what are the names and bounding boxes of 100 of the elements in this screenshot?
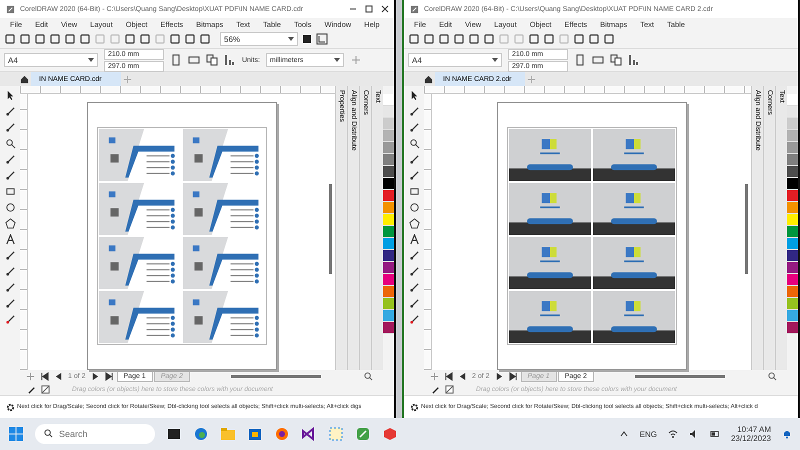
snipping-tool-icon[interactable]	[328, 426, 344, 442]
no-color-swatch-icon[interactable]	[41, 384, 50, 394]
color-swatch[interactable]	[787, 166, 798, 178]
zoom-dropdown[interactable]: 56%	[220, 32, 298, 46]
color-swatch[interactable]	[787, 238, 798, 250]
zoom-icon[interactable]	[768, 372, 777, 381]
color-swatch[interactable]	[787, 274, 798, 286]
landscape-icon[interactable]	[592, 54, 604, 66]
previous-page-icon[interactable]	[54, 372, 63, 381]
zoom-icon[interactable]	[4, 138, 16, 149]
color-swatch[interactable]	[383, 238, 394, 250]
battery-icon[interactable]	[710, 429, 720, 439]
color-swatch[interactable]	[383, 250, 394, 262]
color-swatch[interactable]	[787, 286, 798, 298]
paper-size-dropdown[interactable]: A4	[4, 53, 98, 67]
color-swatch[interactable]	[383, 322, 394, 334]
close-icon[interactable]	[380, 4, 390, 14]
color-swatch[interactable]	[787, 142, 798, 154]
color-swatch[interactable]	[787, 214, 798, 226]
next-page-icon[interactable]	[494, 372, 504, 381]
portrait-icon[interactable]	[170, 54, 182, 66]
ellipse-icon[interactable]	[408, 202, 420, 213]
color-swatch[interactable]	[383, 106, 394, 118]
last-page-icon[interactable]	[508, 372, 518, 381]
bars-icon[interactable]	[224, 54, 236, 66]
color-swatch[interactable]	[383, 202, 394, 214]
language-indicator[interactable]: ENG	[640, 430, 657, 438]
color-swatch[interactable]	[383, 298, 394, 310]
pages-icon[interactable]	[206, 54, 218, 66]
task-view-icon[interactable]	[166, 426, 182, 442]
options-icon[interactable]	[316, 33, 328, 45]
color-swatch[interactable]	[787, 310, 798, 322]
polygon-icon[interactable]	[408, 218, 420, 229]
store-icon[interactable]	[247, 426, 263, 442]
color-swatch[interactable]	[383, 118, 394, 130]
color-swatch[interactable]	[383, 286, 394, 298]
bell-icon[interactable]	[782, 429, 792, 439]
first-page-icon[interactable]	[444, 372, 453, 381]
color-swatch[interactable]	[383, 166, 394, 178]
color-swatch[interactable]	[787, 298, 798, 310]
pen-app-icon[interactable]	[355, 426, 371, 442]
color-swatch[interactable]	[787, 202, 798, 214]
color-swatch[interactable]	[383, 130, 394, 142]
color-swatch[interactable]	[383, 190, 394, 202]
fox-browser-icon[interactable]	[274, 426, 290, 442]
color-swatch[interactable]	[383, 226, 394, 238]
maximize-icon[interactable]	[364, 4, 374, 14]
color-swatch[interactable]	[787, 106, 798, 118]
color-swatch[interactable]	[383, 94, 394, 106]
paper-size-dropdown[interactable]: A4	[408, 53, 502, 67]
next-page-icon[interactable]	[90, 372, 100, 381]
text-tool-icon[interactable]	[4, 234, 16, 245]
ellipse-icon[interactable]	[4, 202, 16, 213]
rectangle-icon[interactable]	[408, 186, 420, 197]
chevron-up-icon[interactable]	[618, 429, 629, 439]
full-screen-icon[interactable]	[301, 33, 313, 45]
portrait-icon[interactable]	[574, 54, 586, 66]
start-icon[interactable]	[8, 426, 24, 442]
color-swatch[interactable]	[383, 154, 394, 166]
landscape-icon[interactable]	[188, 54, 200, 66]
home-icon[interactable]	[20, 74, 29, 84]
add-page-icon[interactable]	[26, 372, 35, 381]
first-page-icon[interactable]	[40, 372, 49, 381]
sketch-app-icon[interactable]	[382, 426, 398, 442]
bars-icon[interactable]	[628, 54, 640, 66]
previous-page-icon[interactable]	[458, 372, 467, 381]
color-swatch[interactable]	[787, 250, 798, 262]
zoom-icon[interactable]	[408, 138, 420, 149]
text-tool-icon[interactable]	[408, 234, 420, 245]
wifi-icon[interactable]	[668, 429, 678, 439]
browser-icon[interactable]	[193, 426, 209, 442]
color-swatch[interactable]	[787, 322, 798, 334]
add-page-icon[interactable]	[430, 372, 439, 381]
color-swatch[interactable]	[383, 178, 394, 190]
vertical-scrollbar[interactable]	[329, 184, 332, 274]
no-color-swatch-icon[interactable]	[445, 384, 454, 394]
rectangle-icon[interactable]	[4, 186, 16, 197]
polygon-icon[interactable]	[4, 218, 16, 229]
color-swatch[interactable]	[787, 190, 798, 202]
clock[interactable]: 10:47 AM 23/12/2023	[730, 425, 771, 443]
taskbar-search-field[interactable]: Search	[35, 424, 155, 444]
vertical-scrollbar[interactable]	[745, 184, 748, 274]
code-editor-icon[interactable]	[301, 426, 317, 442]
color-swatch[interactable]	[787, 118, 798, 130]
color-swatch[interactable]	[787, 178, 798, 190]
color-swatch[interactable]	[787, 226, 798, 238]
last-page-icon[interactable]	[104, 372, 114, 381]
zoom-icon[interactable]	[364, 372, 373, 381]
horizontal-scrollbar[interactable]	[230, 375, 321, 378]
color-swatch[interactable]	[383, 214, 394, 226]
color-swatch[interactable]	[787, 94, 798, 106]
plus-icon[interactable]	[350, 54, 362, 66]
color-swatch[interactable]	[383, 310, 394, 322]
color-swatch[interactable]	[383, 262, 394, 274]
pages-icon[interactable]	[610, 54, 622, 66]
color-swatch[interactable]	[383, 274, 394, 286]
horizontal-scrollbar[interactable]	[634, 375, 725, 378]
color-swatch[interactable]	[787, 130, 798, 142]
home-icon[interactable]	[424, 74, 433, 84]
color-swatch[interactable]	[787, 262, 798, 274]
